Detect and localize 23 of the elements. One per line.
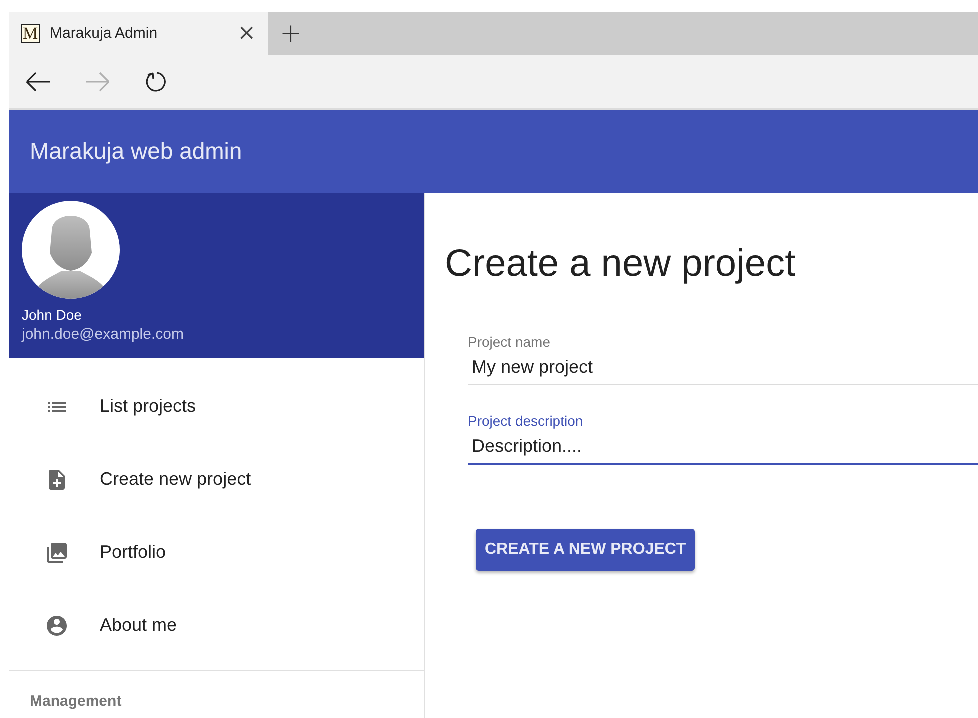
text-field[interactable]: Description.... [468,429,978,465]
back-arrow-icon[interactable] [25,72,51,92]
text-field[interactable]: My new project [468,350,978,385]
field-label: Project name [468,334,552,350]
user-email: john.doe@example.com [22,326,184,343]
favicon-icon: M [21,24,40,43]
page-heading: Create a new project [445,243,797,286]
sidebar-item[interactable]: List projects [9,370,424,443]
close-tab-button[interactable]: × [238,22,256,44]
sidebar-item[interactable]: About me [9,589,424,662]
image-library-icon [45,540,69,564]
sidebar-item[interactable]: Create new project [9,443,424,516]
tab-title: Marakuja Admin [50,25,159,42]
field-label: Project description [468,413,584,429]
sidebar-item[interactable]: Portfolio [9,516,424,589]
reload-icon[interactable] [145,70,169,94]
new-tab-button[interactable]: + [280,20,302,46]
browser-tab[interactable]: M Marakuja Admin × [9,12,268,55]
create-project-button[interactable]: CREATE A NEW PROJECT [476,529,696,571]
app-title: Marakuja web admin [30,138,242,165]
account-icon [45,614,69,638]
user-name: John Doe [22,307,82,323]
section-header: Management [30,693,123,710]
